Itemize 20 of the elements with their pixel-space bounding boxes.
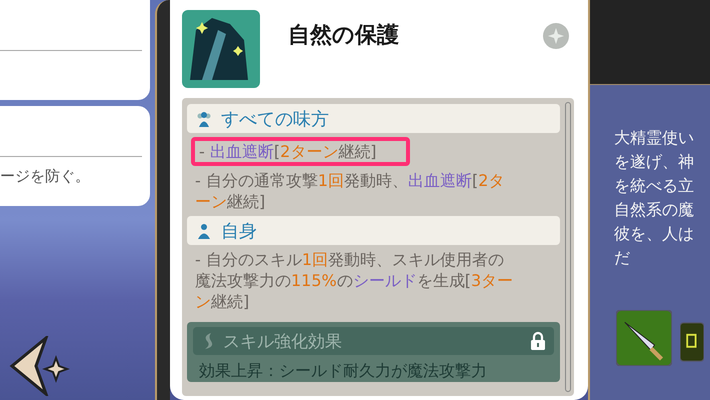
lore-text: だ (614, 247, 631, 269)
enhancement-title: スキル強化効果 (223, 330, 343, 352)
card-text: ージを防ぐ。 (0, 166, 91, 186)
people-icon (195, 110, 213, 128)
skill-title: 自然の保護 (288, 22, 399, 50)
sparkle-icon (542, 22, 570, 50)
lore-text: を遂げ、神 (614, 151, 695, 173)
lore-text: 彼を、人は (614, 223, 695, 245)
skill-icon (182, 10, 260, 88)
lore-text: を統べる立 (614, 175, 695, 197)
highlighted-effect-text: - 出血遮断[2ターン継続] (191, 137, 410, 166)
dagger-icon[interactable] (616, 310, 672, 366)
lore-text: 大精霊使い (614, 127, 695, 149)
effect-text: - 自分のスキル1回発動時、スキル使用者の魔法攻撃力の115%のシールド を生成[3ターン継続] (194, 249, 514, 312)
section-title: 自身 (221, 220, 257, 242)
section-title: すべての味方 (221, 108, 329, 130)
effect-text: - 自分の通常攻撃1回発動時、出血遮断[2ターン継続] (194, 170, 506, 212)
person-icon (195, 222, 213, 240)
enhancement-text: 効果上昇：シールド耐久力が魔法攻撃力 (198, 361, 488, 382)
lore-text: 自然系の魔 (614, 199, 695, 221)
